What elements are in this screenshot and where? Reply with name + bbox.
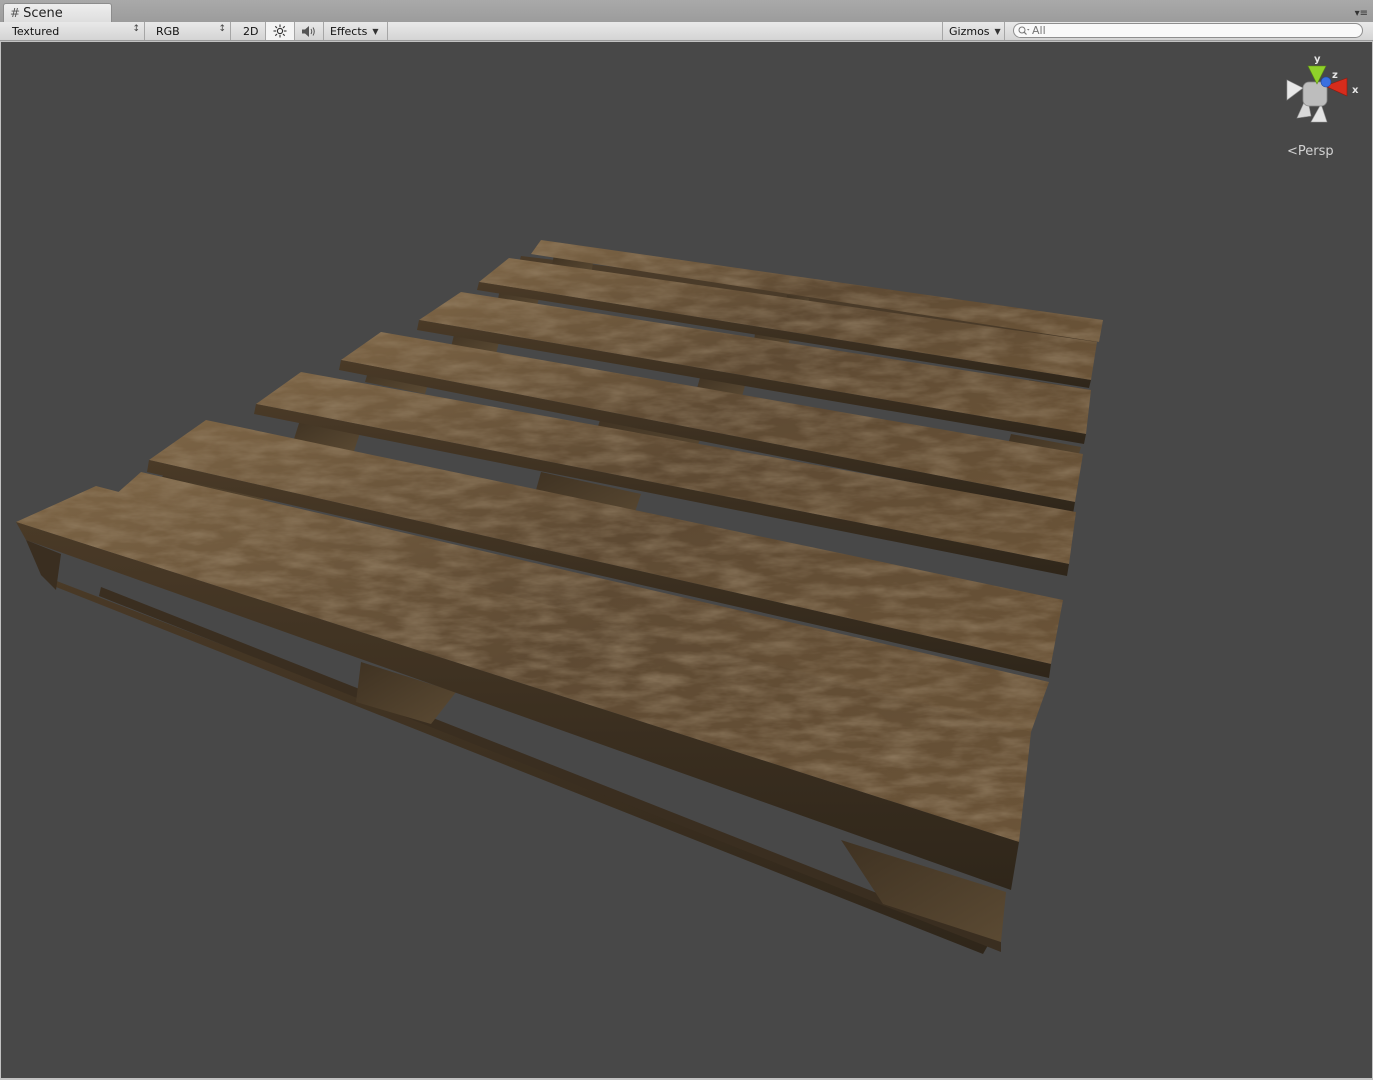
scene-audio-toggle[interactable] xyxy=(295,22,324,40)
sun-icon xyxy=(273,24,287,38)
search-icon xyxy=(1018,26,1030,35)
gizmo-y-label: y xyxy=(1314,54,1321,65)
gizmo-neg-y-cone-icon[interactable] xyxy=(1310,103,1328,123)
hierarchy-search-field[interactable] xyxy=(1013,23,1363,38)
scene-viewport[interactable]: y z x <Persp xyxy=(1,42,1372,1078)
gizmo-z-label: z xyxy=(1332,70,1338,81)
scene-orientation-gizmo[interactable]: y z x xyxy=(1281,52,1371,136)
gizmo-x-label: x xyxy=(1352,85,1359,96)
search-input[interactable] xyxy=(1030,24,1332,37)
perspective-icon: < xyxy=(1287,144,1298,159)
tab-options-menu-icon[interactable]: ▾≡ xyxy=(1354,9,1368,19)
projection-label: Persp xyxy=(1297,144,1334,159)
projection-toggle[interactable]: <Persp xyxy=(1287,144,1334,159)
2d-mode-label: 2D xyxy=(243,24,259,38)
render-mode-dropdown[interactable]: RGB xyxy=(150,22,231,40)
tab-bar: # Scene ▾≡ xyxy=(0,0,1373,22)
2d-mode-toggle[interactable]: 2D xyxy=(237,22,266,40)
scene-toolbar: Textured RGB 2D Effects ▼ Gizmos ▼ xyxy=(0,22,1373,41)
gizmos-label: Gizmos xyxy=(949,24,990,38)
render-mode-label: RGB xyxy=(156,24,180,38)
effects-dropdown-arrow-icon: ▼ xyxy=(372,26,379,36)
gizmo-neg-x-cone-icon[interactable] xyxy=(1286,79,1304,101)
effects-label: Effects xyxy=(330,24,368,38)
gizmos-dropdown-arrow-icon: ▼ xyxy=(994,26,1001,36)
gizmo-z-axis-cone-icon[interactable] xyxy=(1320,76,1332,88)
scene-lighting-toggle[interactable] xyxy=(266,22,295,40)
speaker-icon xyxy=(302,25,315,37)
effects-dropdown[interactable]: Effects ▼ xyxy=(324,22,388,40)
gizmos-dropdown[interactable]: Gizmos ▼ xyxy=(942,22,1005,40)
scene-tab[interactable]: # Scene xyxy=(3,3,112,22)
wooden-pallet-model[interactable] xyxy=(1,42,1372,1078)
draw-mode-label: Textured xyxy=(12,24,60,38)
scene-tab-label: Scene xyxy=(23,5,63,21)
draw-mode-dropdown[interactable]: Textured xyxy=(6,22,145,40)
scene-grid-icon: # xyxy=(10,6,21,20)
pallet-deck-boards xyxy=(16,240,1103,890)
